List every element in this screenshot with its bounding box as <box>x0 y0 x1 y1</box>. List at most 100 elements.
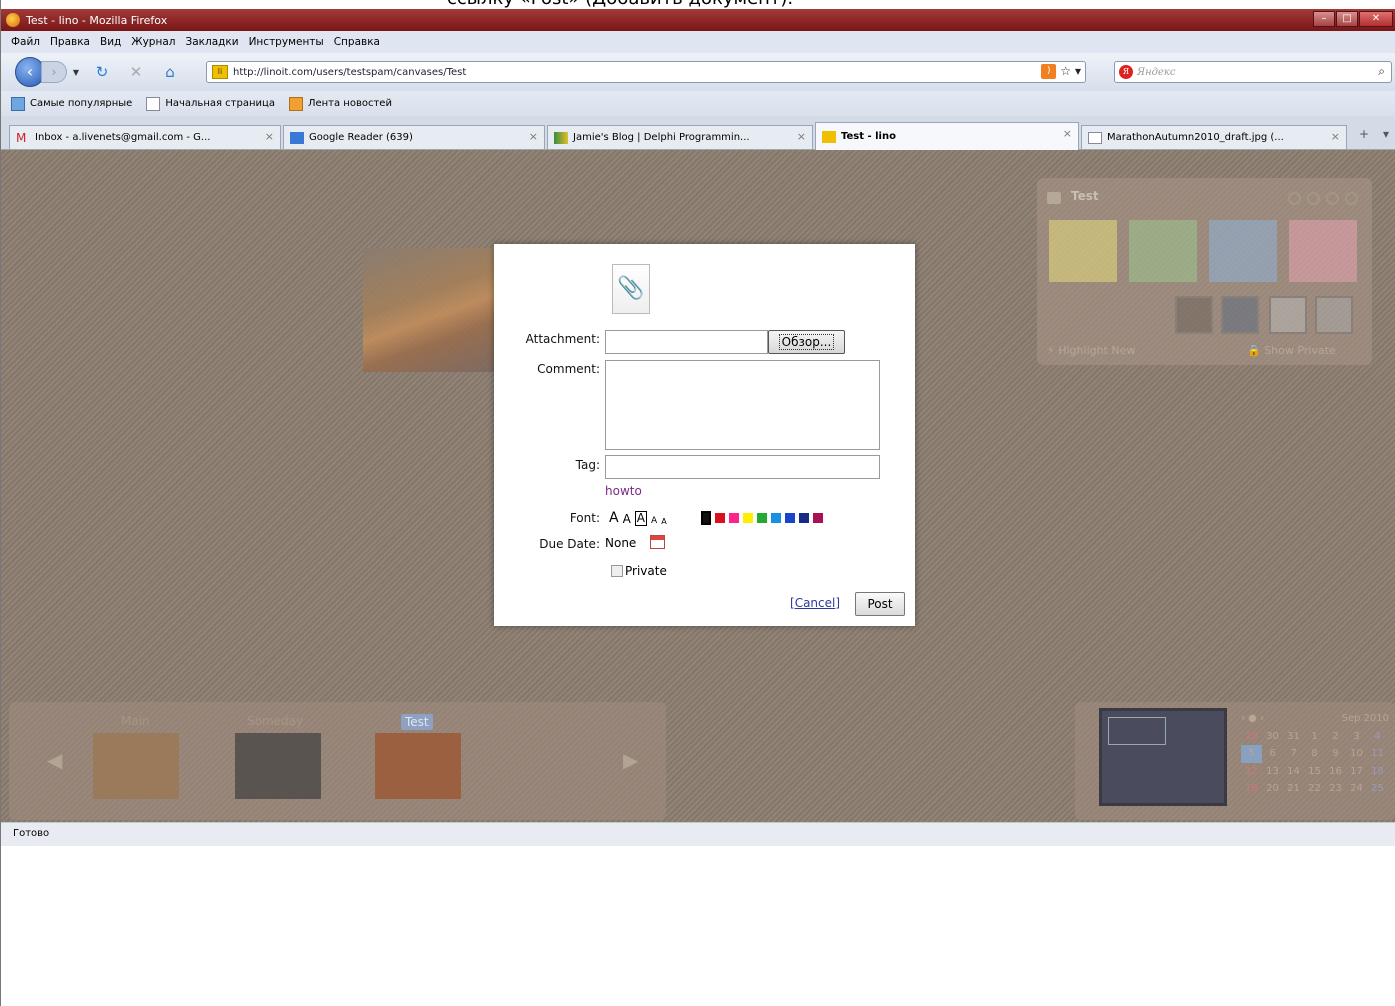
calendar-day[interactable]: 6 <box>1262 745 1283 763</box>
color-swatch[interactable] <box>757 513 767 523</box>
dock-canvas-main-label[interactable]: Main <box>121 714 150 728</box>
calendar-day[interactable]: 18 <box>1367 763 1388 781</box>
photo-sticky[interactable] <box>363 248 497 372</box>
tab-google-reader[interactable]: Google Reader (639) × <box>283 125 545 149</box>
calendar-day[interactable]: 14 <box>1283 763 1304 781</box>
color-swatch[interactable] <box>813 513 823 523</box>
calendar-day[interactable]: 24 <box>1346 780 1367 798</box>
new-tab-icon[interactable]: + <box>1359 127 1369 141</box>
calendar-day[interactable]: 31 <box>1283 728 1304 746</box>
stop-icon[interactable]: ✕ <box>125 61 147 83</box>
green-sticky-template[interactable] <box>1129 220 1197 282</box>
font-size-option[interactable]: A <box>651 516 657 526</box>
star-icon[interactable]: ☆ <box>1060 64 1071 79</box>
calendar-day[interactable]: 10 <box>1346 745 1367 763</box>
highlight-new-toggle[interactable]: ⚡ Highlight New <box>1047 344 1135 357</box>
canvas-area[interactable]: Test ⚡ Highlight New 🔒 Show Private ◀ Ma… <box>1 150 1395 822</box>
tab-list-icon[interactable]: ▾ <box>1383 127 1389 141</box>
calendar-day[interactable]: 20 <box>1262 780 1283 798</box>
dock-canvas-someday-label[interactable]: Someday <box>247 714 303 728</box>
board-button-icon[interactable] <box>1307 192 1320 205</box>
attachment-template-icon[interactable] <box>1269 296 1307 334</box>
blank-template-icon[interactable] <box>1315 296 1353 334</box>
calendar-nav-icon[interactable]: ‹ ● › <box>1241 710 1264 728</box>
photo-template-icon[interactable] <box>1175 296 1213 334</box>
board-button-icon[interactable] <box>1288 192 1301 205</box>
calendar-day[interactable]: 17 <box>1346 763 1367 781</box>
calendar-day[interactable]: 1 <box>1304 728 1325 746</box>
comment-textarea[interactable] <box>605 360 880 450</box>
bookmark-news-feed[interactable]: Лента новостей <box>288 96 392 111</box>
yellow-sticky-template[interactable] <box>1049 220 1117 282</box>
calendar-day[interactable]: 9 <box>1325 745 1346 763</box>
font-size-option[interactable]: A <box>661 517 666 526</box>
pink-sticky-template[interactable] <box>1289 220 1357 282</box>
dock-canvas-test-label[interactable]: Test <box>401 714 433 730</box>
calendar-day[interactable]: 23 <box>1325 780 1346 798</box>
menu-view[interactable]: Вид <box>100 36 121 48</box>
calendar-day[interactable]: 13 <box>1262 763 1283 781</box>
tab-gmail[interactable]: M Inbox - a.livenets@gmail.com - G... × <box>9 125 281 149</box>
calendar-day[interactable]: 8 <box>1304 745 1325 763</box>
history-dropdown-icon[interactable]: ▼ <box>71 68 81 77</box>
private-checkbox[interactable] <box>611 565 623 577</box>
board-button-icon[interactable] <box>1345 192 1358 205</box>
menu-help[interactable]: Справка <box>334 36 380 48</box>
color-swatch[interactable] <box>729 513 739 523</box>
calendar-day[interactable]: 30 <box>1262 728 1283 746</box>
private-option[interactable]: Private <box>611 564 667 578</box>
color-swatch[interactable] <box>743 513 753 523</box>
canvas-minimap[interactable] <box>1099 708 1227 806</box>
attachment-path-input[interactable] <box>605 330 768 354</box>
color-swatch[interactable] <box>785 513 795 523</box>
font-size-option[interactable]: A <box>609 510 619 526</box>
dock-left-arrow-icon[interactable]: ◀ <box>47 748 62 772</box>
menu-file[interactable]: Файл <box>11 36 40 48</box>
tag-input[interactable] <box>605 455 880 479</box>
menu-edit[interactable]: Правка <box>50 36 90 48</box>
calendar-day[interactable]: 29 <box>1241 728 1262 746</box>
dock-canvas-someday-thumb[interactable] <box>235 733 321 799</box>
close-tab-icon[interactable]: × <box>1063 127 1072 140</box>
font-size-option-selected[interactable]: A <box>634 511 648 526</box>
forward-button[interactable]: › <box>41 61 67 83</box>
dock-canvas-test-thumb[interactable] <box>375 733 461 799</box>
tab-jamies-blog[interactable]: Jamie's Blog | Delphi Programmin... × <box>547 125 813 149</box>
calendar-day[interactable]: 12 <box>1241 763 1262 781</box>
calendar-icon[interactable] <box>650 535 665 549</box>
tab-test-lino[interactable]: Test - lino × <box>815 122 1079 150</box>
board-button-icon[interactable] <box>1326 192 1339 205</box>
calendar-day[interactable]: 25 <box>1367 780 1388 798</box>
calendar-day[interactable]: 7 <box>1283 745 1304 763</box>
minimize-icon[interactable]: – <box>1313 11 1335 27</box>
close-tab-icon[interactable]: × <box>797 130 806 143</box>
browse-button[interactable]: Обзор... <box>768 330 845 354</box>
close-tab-icon[interactable]: × <box>1331 130 1340 143</box>
close-tab-icon[interactable]: × <box>265 130 274 143</box>
post-button[interactable]: Post <box>855 592 905 616</box>
blue-sticky-template[interactable] <box>1209 220 1277 282</box>
calendar-day[interactable]: 11 <box>1367 745 1388 763</box>
calendar-day[interactable]: 2 <box>1325 728 1346 746</box>
calendar-day[interactable]: 21 <box>1283 780 1304 798</box>
calendar-day[interactable]: 4 <box>1367 728 1388 746</box>
calendar-day[interactable]: 19 <box>1241 780 1262 798</box>
reload-icon[interactable]: ↻ <box>91 61 113 83</box>
minimap-viewport[interactable] <box>1108 717 1166 745</box>
url-text[interactable]: http://linoit.com/users/testspam/canvase… <box>233 67 466 78</box>
color-swatch[interactable] <box>715 513 725 523</box>
search-box[interactable]: Я Яндекс ⌕ <box>1114 61 1392 83</box>
color-swatch[interactable] <box>799 513 809 523</box>
show-private-toggle[interactable]: 🔒 Show Private <box>1247 344 1336 357</box>
maximize-icon[interactable]: □ <box>1336 11 1358 27</box>
cancel-link[interactable]: [Cancel] <box>790 596 840 610</box>
yandex-icon[interactable]: Я <box>1119 65 1133 79</box>
calendar-day[interactable]: 16 <box>1325 763 1346 781</box>
video-template-icon[interactable] <box>1221 296 1259 334</box>
rss-icon[interactable]: ) <box>1041 64 1057 79</box>
dock-canvas-main-thumb[interactable] <box>93 733 179 799</box>
menu-bookmarks[interactable]: Закладки <box>185 36 238 48</box>
calendar-day[interactable]: 15 <box>1304 763 1325 781</box>
color-swatch-selected[interactable] <box>701 511 711 525</box>
tab-marathon-image[interactable]: MarathonAutumn2010_draft.jpg (... × <box>1081 125 1347 149</box>
